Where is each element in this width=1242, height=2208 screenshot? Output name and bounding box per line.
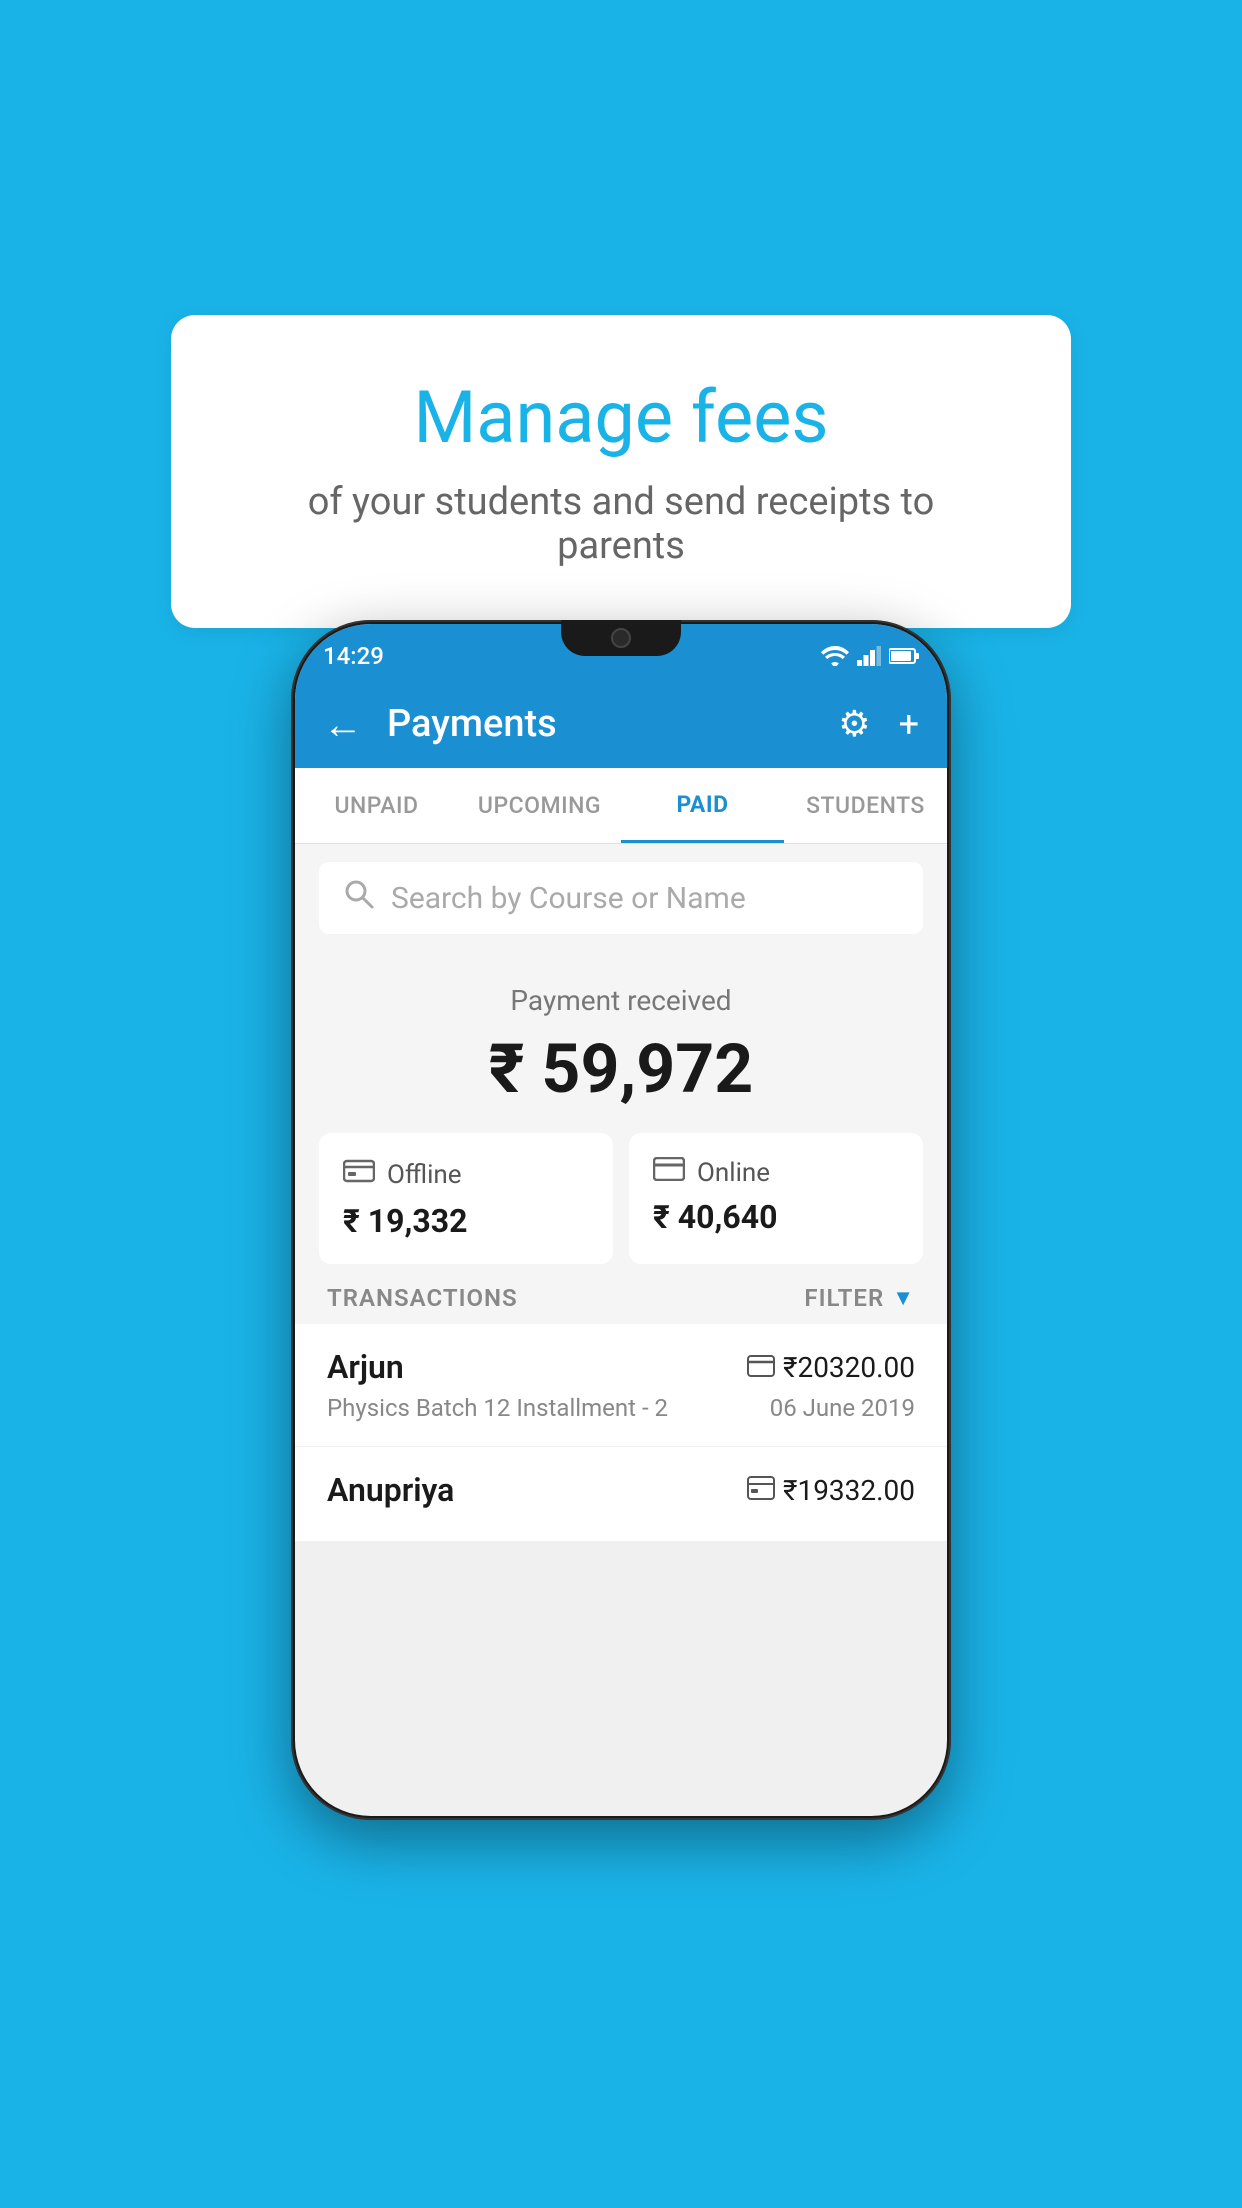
- payment-summary-section: Payment received ₹ 59,972: [295, 952, 947, 1288]
- tabs-bar: UNPAID UPCOMING PAID STUDENTS: [295, 768, 947, 844]
- battery-icon: [889, 647, 919, 665]
- phone-screen: 14:29: [295, 624, 947, 1816]
- offline-label: Offline: [387, 1160, 462, 1190]
- transaction-list: Arjun ₹20320.00 Physics: [295, 1324, 947, 1542]
- tooltip-subtitle: of your students and send receipts to pa…: [251, 480, 991, 568]
- online-label: Online: [697, 1158, 770, 1188]
- offline-amount: ₹ 19,332: [343, 1202, 467, 1240]
- transaction-top-row: Anupriya ₹19332.00: [327, 1471, 915, 1509]
- tab-students[interactable]: STUDENTS: [784, 768, 947, 843]
- phone-mockup: 14:29: [291, 620, 951, 1820]
- offline-payment-icon: [343, 1157, 375, 1192]
- tooltip-card: Manage fees of your students and send re…: [171, 315, 1071, 628]
- payment-received-label: Payment received: [319, 984, 923, 1017]
- page-title: Payments: [387, 702, 838, 746]
- transaction-amount-value: ₹20320.00: [783, 1351, 915, 1384]
- payment-total-amount: ₹ 59,972: [319, 1029, 923, 1109]
- phone-notch: [561, 620, 681, 656]
- signal-icon: [857, 646, 881, 666]
- status-time: 14:29: [323, 642, 384, 670]
- settings-icon[interactable]: ⚙: [838, 703, 870, 745]
- offline-payment-icon-small: [747, 1474, 775, 1507]
- online-card-header: Online: [653, 1157, 770, 1188]
- online-amount: ₹ 40,640: [653, 1198, 777, 1236]
- online-payment-card: Online ₹ 40,640: [629, 1133, 923, 1264]
- transaction-bottom-row: Physics Batch 12 Installment - 2 06 June…: [327, 1394, 915, 1422]
- search-input[interactable]: Search by Course or Name: [391, 881, 746, 916]
- search-bar-container: Search by Course or Name: [295, 844, 947, 952]
- tooltip-title: Manage fees: [251, 375, 991, 460]
- wifi-icon: [821, 646, 849, 666]
- back-button[interactable]: ←: [323, 701, 363, 748]
- transaction-date: 06 June 2019: [770, 1394, 915, 1422]
- transaction-course: Physics Batch 12 Installment - 2: [327, 1394, 668, 1422]
- search-input-box[interactable]: Search by Course or Name: [319, 862, 923, 934]
- top-action-icons: ⚙ +: [838, 703, 919, 745]
- card-payment-icon: [747, 1351, 775, 1384]
- table-row: Anupriya ₹19332.00: [295, 1447, 947, 1542]
- transaction-amount: ₹19332.00: [747, 1474, 915, 1507]
- filter-label: FILTER: [804, 1284, 884, 1312]
- payment-cards: Offline ₹ 19,332: [319, 1133, 923, 1264]
- search-icon: [343, 878, 375, 918]
- transaction-amount: ₹20320.00: [747, 1351, 915, 1384]
- transaction-amount-value: ₹19332.00: [783, 1474, 915, 1507]
- tab-unpaid[interactable]: UNPAID: [295, 768, 458, 843]
- offline-payment-card: Offline ₹ 19,332: [319, 1133, 613, 1264]
- filter-icon: ▼: [892, 1285, 915, 1311]
- transaction-name: Anupriya: [327, 1471, 454, 1509]
- transactions-label: TRANSACTIONS: [327, 1284, 518, 1312]
- online-payment-icon: [653, 1157, 685, 1188]
- tab-paid[interactable]: PAID: [621, 768, 784, 843]
- tab-upcoming[interactable]: UPCOMING: [458, 768, 621, 843]
- offline-card-header: Offline: [343, 1157, 462, 1192]
- top-app-bar: ← Payments ⚙ +: [295, 680, 947, 768]
- transaction-name: Arjun: [327, 1348, 404, 1386]
- transaction-top-row: Arjun ₹20320.00: [327, 1348, 915, 1386]
- transactions-header: TRANSACTIONS FILTER ▼: [295, 1264, 947, 1332]
- add-icon[interactable]: +: [899, 703, 919, 745]
- status-icons: [821, 646, 919, 666]
- table-row: Arjun ₹20320.00 Physics: [295, 1324, 947, 1447]
- filter-button[interactable]: FILTER ▼: [804, 1284, 915, 1312]
